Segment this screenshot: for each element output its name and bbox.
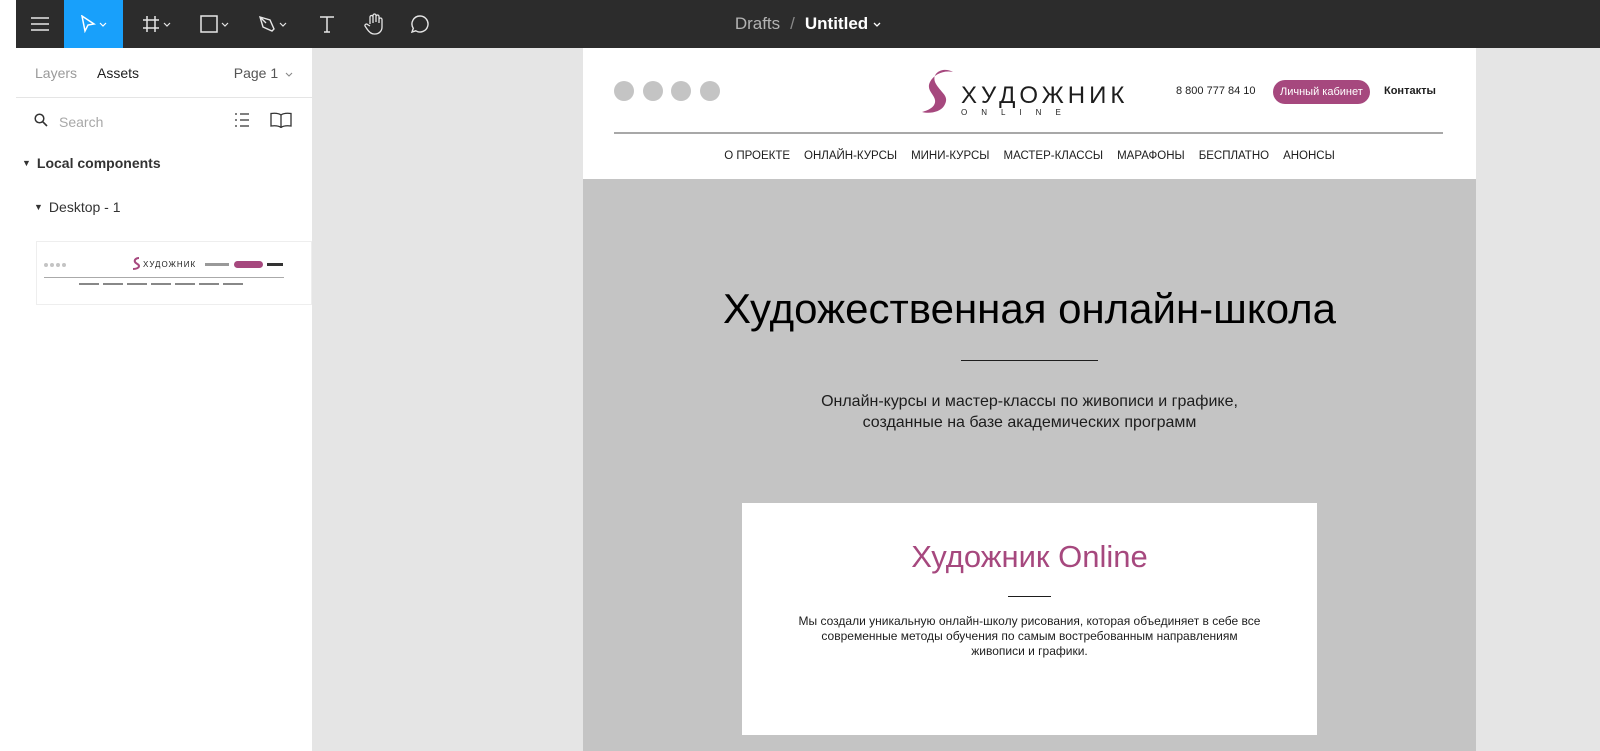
nav-item-marathons[interactable]: МАРАФОНЫ — [1117, 150, 1185, 162]
card-divider — [1008, 596, 1051, 597]
frame-tool-button[interactable] — [134, 0, 178, 48]
menu-icon — [31, 17, 49, 31]
card-text-line: Мы создали уникальную онлайн-школу рисов… — [798, 614, 1261, 628]
site-header: ХУДОЖНИК ONLINE 8 800 777 84 10 Личный к… — [583, 48, 1476, 179]
comment-icon — [410, 15, 429, 34]
caret-down-icon: ▼ — [34, 202, 43, 212]
hero-divider — [961, 360, 1098, 361]
thumb-dot — [62, 263, 66, 267]
nav-item-master-classes[interactable]: МАСТЕР-КЛАССЫ — [1003, 150, 1103, 162]
social-icon[interactable] — [671, 81, 691, 101]
local-components-section[interactable]: ▼ Local components — [22, 155, 161, 171]
nav-item-about[interactable]: О ПРОЕКТЕ — [724, 150, 790, 162]
pen-tool-button[interactable] — [250, 0, 294, 48]
panel-tabs: Layers Assets Page 1 — [16, 48, 313, 98]
thumb-contacts — [267, 263, 283, 266]
logo-subtitle: ONLINE — [961, 108, 1075, 117]
component-group-desktop[interactable]: ▼ Desktop - 1 — [34, 199, 121, 215]
header-divider — [614, 132, 1443, 134]
chevron-down-icon[interactable] — [873, 22, 881, 27]
card-text: Мы создали уникальную онлайн-школу рисов… — [778, 614, 1281, 659]
logo-word: ХУДОЖНИК — [961, 82, 1129, 109]
tab-layers[interactable]: Layers — [35, 65, 77, 81]
hand-tool-button[interactable] — [354, 0, 394, 48]
thumb-dot — [56, 263, 60, 267]
component-thumbnail[interactable]: ХУДОЖНИК — [36, 241, 312, 305]
toolbar: Drafts / Untitled — [16, 0, 1600, 48]
thumb-dot — [44, 263, 48, 267]
main-nav: О ПРОЕКТЕ ОНЛАЙН-КУРСЫ МИНИ-КУРСЫ МАСТЕР… — [583, 150, 1476, 162]
chevron-down-icon — [99, 22, 107, 27]
file-name[interactable]: Untitled — [805, 14, 868, 34]
thumb-header-line — [44, 277, 284, 278]
left-panel: Layers Assets Page 1 Search ▼ Local comp… — [16, 48, 313, 751]
tab-assets[interactable]: Assets — [97, 65, 139, 81]
hero-title: Художественная онлайн-школа — [722, 285, 1337, 332]
nav-item-free[interactable]: БЕСПЛАТНО — [1199, 150, 1269, 162]
social-icon[interactable] — [643, 81, 663, 101]
component-label: Desktop - 1 — [48, 199, 121, 215]
move-tool-button[interactable] — [64, 0, 123, 48]
search-icon — [34, 113, 48, 127]
comment-tool-button[interactable] — [400, 0, 440, 48]
intro-card: Художник Online Мы создали уникальную он… — [742, 503, 1317, 735]
list-view-icon[interactable] — [234, 112, 250, 128]
page-selector[interactable]: Page 1 — [234, 65, 293, 81]
chevron-down-icon — [279, 22, 286, 27]
account-button[interactable]: Личный кабинет — [1273, 80, 1370, 104]
thumb-nav — [79, 283, 247, 285]
card-text-line: живописи и графики. — [971, 644, 1088, 658]
chevron-down-icon — [285, 72, 293, 77]
shape-tool-button[interactable] — [192, 0, 236, 48]
text-icon — [320, 16, 334, 33]
brand-logo-icon — [922, 69, 953, 113]
canvas[interactable]: ХУДОЖНИК ONLINE 8 800 777 84 10 Личный к… — [313, 48, 1600, 751]
chevron-down-icon — [221, 22, 228, 27]
nav-item-mini-courses[interactable]: МИНИ-КУРСЫ — [911, 150, 989, 162]
breadcrumb-drafts[interactable]: Drafts — [735, 14, 780, 34]
phone-number[interactable]: 8 800 777 84 10 — [1176, 85, 1256, 97]
main-menu-button[interactable] — [16, 0, 64, 48]
section-label: Local components — [36, 155, 161, 171]
text-tool-button[interactable] — [307, 0, 347, 48]
window-edge — [0, 0, 16, 751]
hero-subtitle-line: Онлайн-курсы и мастер-классы по живописи… — [821, 393, 1238, 410]
thumb-phone — [205, 263, 229, 266]
library-icon[interactable] — [270, 112, 292, 128]
nav-item-announcements[interactable]: АНОНСЫ — [1283, 150, 1335, 162]
contacts-link[interactable]: Контакты — [1384, 85, 1436, 97]
hero-subtitle: Онлайн-курсы и мастер-классы по живописи… — [583, 391, 1476, 433]
card-title: Художник Online — [911, 539, 1148, 574]
asset-search: Search — [16, 98, 313, 144]
caret-down-icon: ▼ — [22, 158, 31, 168]
thumb-logo-word: ХУДОЖНИК — [143, 260, 197, 269]
chevron-down-icon — [163, 22, 170, 27]
pen-icon — [258, 15, 275, 32]
move-icon — [81, 15, 96, 33]
page-label: Page 1 — [233, 65, 279, 81]
social-icon[interactable] — [614, 81, 634, 101]
thumb-logo-icon — [132, 257, 141, 270]
hand-icon — [364, 13, 383, 35]
search-input[interactable]: Search — [59, 114, 103, 130]
desktop-frame[interactable]: ХУДОЖНИК ONLINE 8 800 777 84 10 Личный к… — [583, 48, 1476, 751]
frame-icon — [142, 16, 159, 32]
nav-item-online-courses[interactable]: ОНЛАЙН-КУРСЫ — [804, 150, 897, 162]
card-text-line: современные методы обучения по самым вос… — [821, 629, 1238, 643]
hero-subtitle-line: созданные на базе академических программ — [862, 414, 1197, 431]
thumb-dot — [50, 263, 54, 267]
breadcrumb-separator: / — [790, 14, 795, 33]
rectangle-icon — [199, 15, 218, 33]
social-icon[interactable] — [700, 81, 720, 101]
thumb-cabinet-button — [234, 261, 263, 268]
